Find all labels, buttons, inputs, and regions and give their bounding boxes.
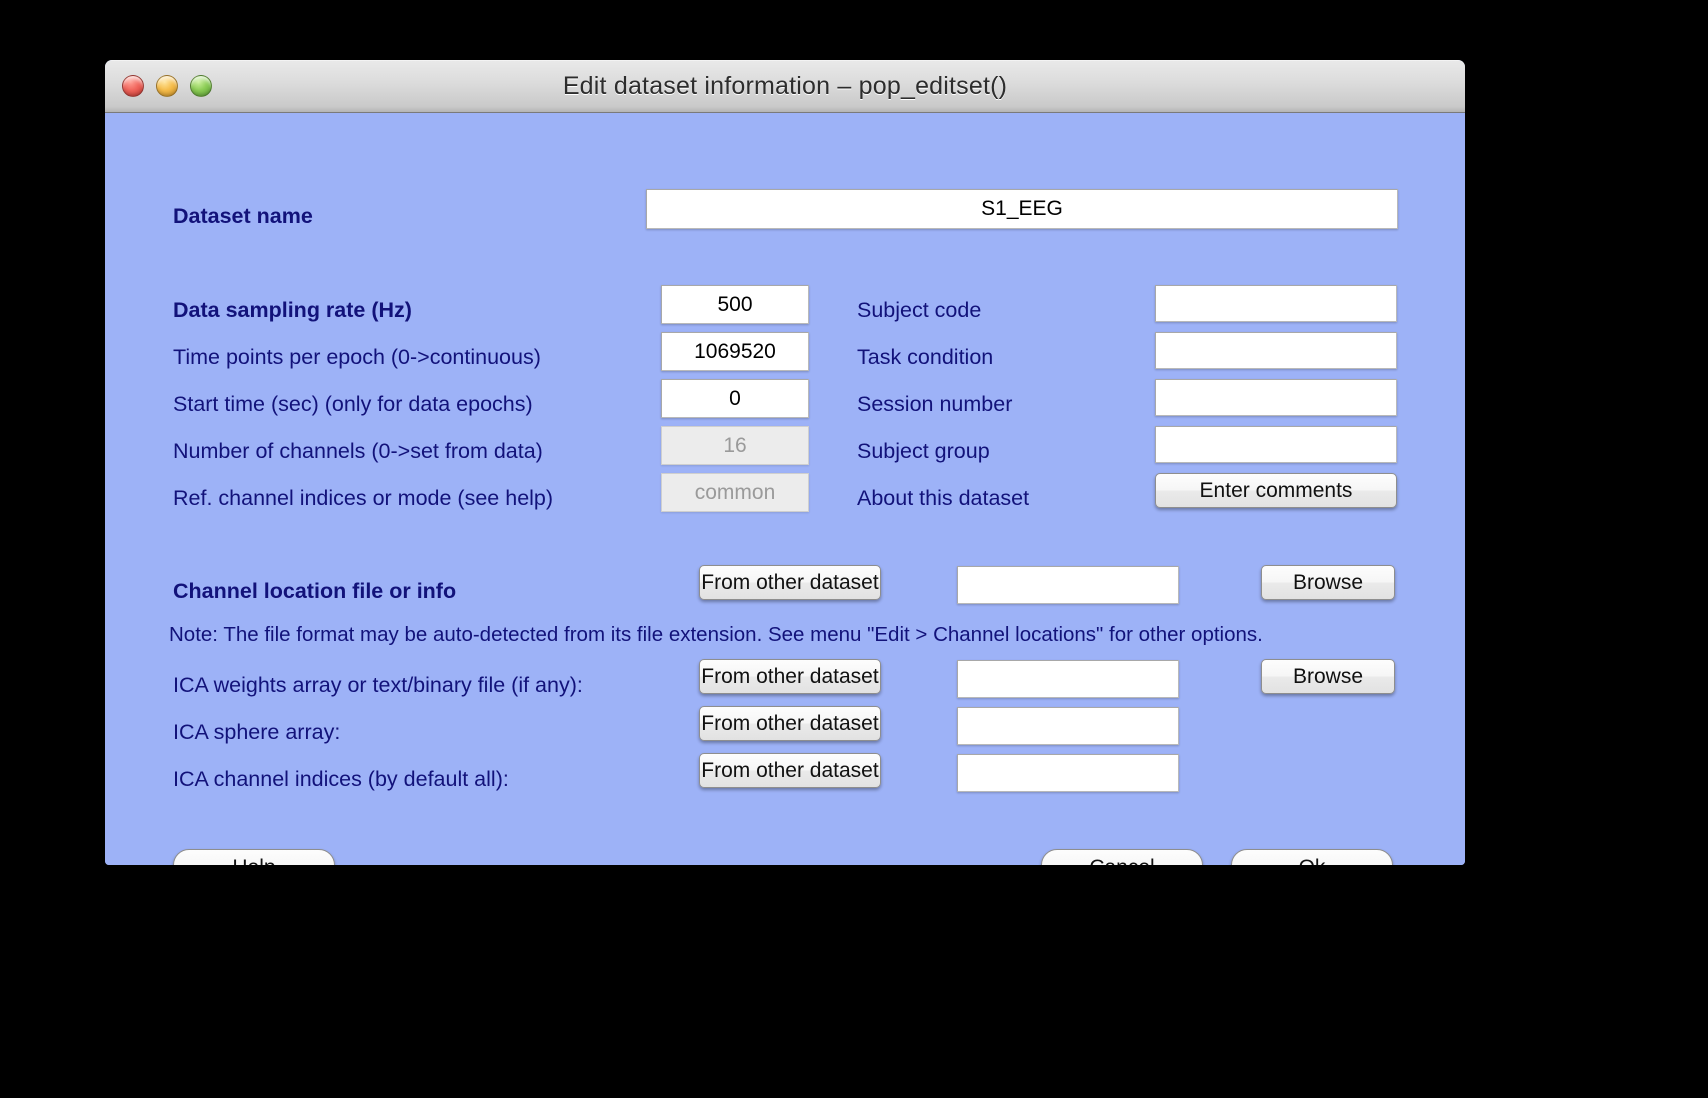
start-time-label: Start time (sec) (only for data epochs) xyxy=(173,392,533,416)
sampling-rate-input[interactable]: 500 xyxy=(661,285,809,324)
ica-weights-input[interactable] xyxy=(957,660,1179,698)
ica-sphere-label: ICA sphere array: xyxy=(173,720,341,744)
task-condition-label: Task condition xyxy=(857,345,994,369)
ica-weights-label: ICA weights array or text/binary file (i… xyxy=(173,673,583,697)
dataset-name-input[interactable]: S1_EEG xyxy=(646,189,1398,229)
screen: Edit dataset information – pop_editset()… xyxy=(0,0,1708,1098)
minimize-icon[interactable] xyxy=(156,75,178,97)
channel-browse-button[interactable]: Browse xyxy=(1261,565,1395,600)
dataset-name-label: Dataset name xyxy=(173,204,313,228)
dialog-window: Edit dataset information – pop_editset()… xyxy=(105,60,1465,865)
ica-sphere-from-other-dataset-button[interactable]: From other dataset xyxy=(699,706,881,741)
channel-location-input[interactable] xyxy=(957,566,1179,604)
ica-weights-from-other-dataset-button[interactable]: From other dataset xyxy=(699,659,881,694)
time-points-label: Time points per epoch (0->continuous) xyxy=(173,345,541,369)
help-button[interactable]: Help xyxy=(173,849,335,865)
subject-code-label: Subject code xyxy=(857,298,982,322)
window-controls xyxy=(122,75,212,97)
cancel-button[interactable]: Cancel xyxy=(1041,849,1203,865)
sampling-rate-label: Data sampling rate (Hz) xyxy=(173,298,412,322)
session-number-label: Session number xyxy=(857,392,1013,416)
session-number-input[interactable] xyxy=(1155,379,1397,416)
num-channels-label: Number of channels (0->set from data) xyxy=(173,439,543,463)
num-channels-input: 16 xyxy=(661,426,809,465)
ica-channel-indices-input[interactable] xyxy=(957,754,1179,792)
dialog-body: Dataset name S1_EEG Data sampling rate (… xyxy=(105,113,1465,865)
channel-from-other-dataset-button[interactable]: From other dataset xyxy=(699,565,881,600)
about-dataset-label: About this dataset xyxy=(857,486,1030,510)
channel-location-label: Channel location file or info xyxy=(173,579,457,603)
close-icon[interactable] xyxy=(122,75,144,97)
subject-group-label: Subject group xyxy=(857,439,990,463)
ica-channel-indices-label: ICA channel indices (by default all): xyxy=(173,767,509,791)
time-points-input[interactable]: 1069520 xyxy=(661,332,809,371)
subject-code-input[interactable] xyxy=(1155,285,1397,322)
window-titlebar: Edit dataset information – pop_editset() xyxy=(105,60,1465,113)
window-title: Edit dataset information – pop_editset() xyxy=(562,72,1008,100)
ref-channel-input: common xyxy=(661,473,809,512)
ica-channel-indices-from-other-dataset-button[interactable]: From other dataset xyxy=(699,753,881,788)
start-time-input[interactable]: 0 xyxy=(661,379,809,418)
task-condition-input[interactable] xyxy=(1155,332,1397,369)
enter-comments-button[interactable]: Enter comments xyxy=(1155,473,1397,508)
ref-channel-label: Ref. channel indices or mode (see help) xyxy=(173,486,554,510)
channel-location-note: Note: The file format may be auto-detect… xyxy=(169,623,1263,646)
zoom-icon[interactable] xyxy=(190,75,212,97)
ica-sphere-input[interactable] xyxy=(957,707,1179,745)
ok-button[interactable]: Ok xyxy=(1231,849,1393,865)
ica-weights-browse-button[interactable]: Browse xyxy=(1261,659,1395,694)
subject-group-input[interactable] xyxy=(1155,426,1397,463)
